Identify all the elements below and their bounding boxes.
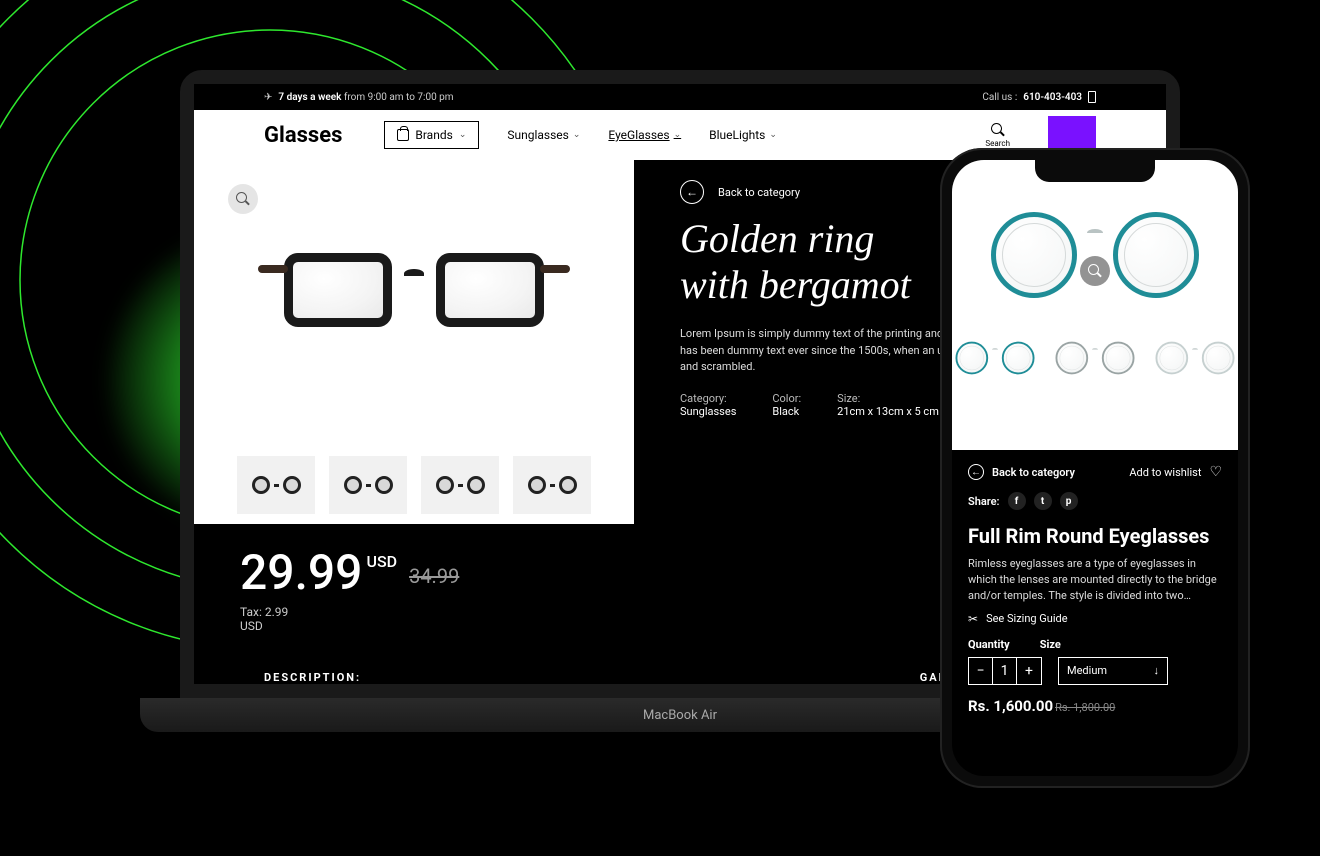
product-thumb[interactable] [955,340,1035,376]
device-icon [1088,91,1096,103]
add-to-wishlist[interactable]: Add to wishlist ♡ [1129,464,1222,480]
image-zoom-button[interactable] [1080,256,1110,286]
qty-minus[interactable]: − [969,658,993,684]
back-button[interactable]: ← [680,180,704,204]
price-old: 34.99 [409,564,459,588]
hours-rest: from 9:00 am to 7:00 pm [344,92,454,103]
back-label[interactable]: Back to category [992,466,1075,479]
phone-product-description: Rimless eyeglasses are a type of eyeglas… [968,556,1222,604]
share-row: Share: f t p [968,492,1222,510]
product-thumb[interactable] [421,456,499,514]
product-main-image[interactable] [194,160,634,420]
quantity-stepper[interactable]: − 1 + [968,657,1042,685]
scissors-icon: ✂ [968,612,978,626]
hours-bold: 7 days a week [278,92,341,103]
size-label: Size [1040,638,1061,651]
product-thumbnails [194,456,634,514]
nav-link-bluelights[interactable]: BlueLights⌄ [709,128,777,142]
back-button[interactable]: ← [968,464,984,480]
twitter-icon[interactable]: t [1034,492,1052,510]
pinterest-icon[interactable]: p [1060,492,1078,510]
product-thumb[interactable] [329,456,407,514]
nav-link-sunglasses[interactable]: Sunglasses⌄ [507,128,580,142]
product-thumb[interactable] [513,456,591,514]
search-icon [236,192,250,206]
price-value: 29.99 USD [240,544,397,601]
search-button[interactable]: Search [985,123,1010,148]
phone-product-title: Full Rim Round Eyeglasses [968,524,1222,548]
heart-icon: ♡ [1209,464,1222,480]
glasses-illustration [284,253,544,327]
call-us-label: Call us : [982,92,1017,103]
phone-product-info: ← Back to category Add to wishlist ♡ Sha… [952,450,1238,725]
qty-plus[interactable]: + [1017,658,1041,684]
chevron-down-icon: ⌄ [769,130,777,140]
size-select[interactable]: Medium ↓ [1058,657,1168,685]
site-logo[interactable]: Glasses [264,123,342,148]
chevron-down-icon: ⌄ [573,130,581,140]
nav-link-eyeglasses[interactable]: EyeGlasses⌄ [608,128,681,142]
brands-dropdown[interactable]: Brands ⌄ [384,121,479,149]
chevron-down-icon: ⌄ [459,130,467,140]
facebook-icon[interactable]: f [1008,492,1026,510]
announcement-bar: ✈ 7 days a week from 9:00 am to 7:00 pm … [194,84,1166,110]
back-label[interactable]: Back to category [718,186,800,199]
phone-notch [1035,160,1155,182]
product-thumb[interactable] [1055,340,1135,376]
chevron-down-icon: ⌄ [674,130,682,140]
sizing-guide-link[interactable]: ✂ See Sizing Guide [968,612,1222,626]
chevron-down-icon: ↓ [1154,664,1160,677]
product-thumb[interactable] [1155,340,1235,376]
product-thumb[interactable] [237,456,315,514]
phone-price: Rs. 1,600.00Rs. 1,800.00 [968,697,1222,715]
search-icon [1088,264,1102,278]
image-zoom-button[interactable] [228,184,258,214]
phone-mockup: ← Back to category Add to wishlist ♡ Sha… [940,148,1250,788]
paper-plane-icon: ✈ [264,92,272,103]
qty-value: 1 [993,658,1017,684]
phone-number[interactable]: 610-403-403 [1023,92,1082,103]
search-icon [991,123,1005,137]
brands-label: Brands [415,128,452,142]
quantity-label: Quantity [968,638,1010,651]
phone-product-image [952,160,1238,450]
product-image-panel [194,160,634,524]
description-section: DESCRIPTION: In the simplest sense, an o… [264,671,720,684]
phone-thumbnails [955,340,1235,376]
bag-icon [397,129,409,141]
